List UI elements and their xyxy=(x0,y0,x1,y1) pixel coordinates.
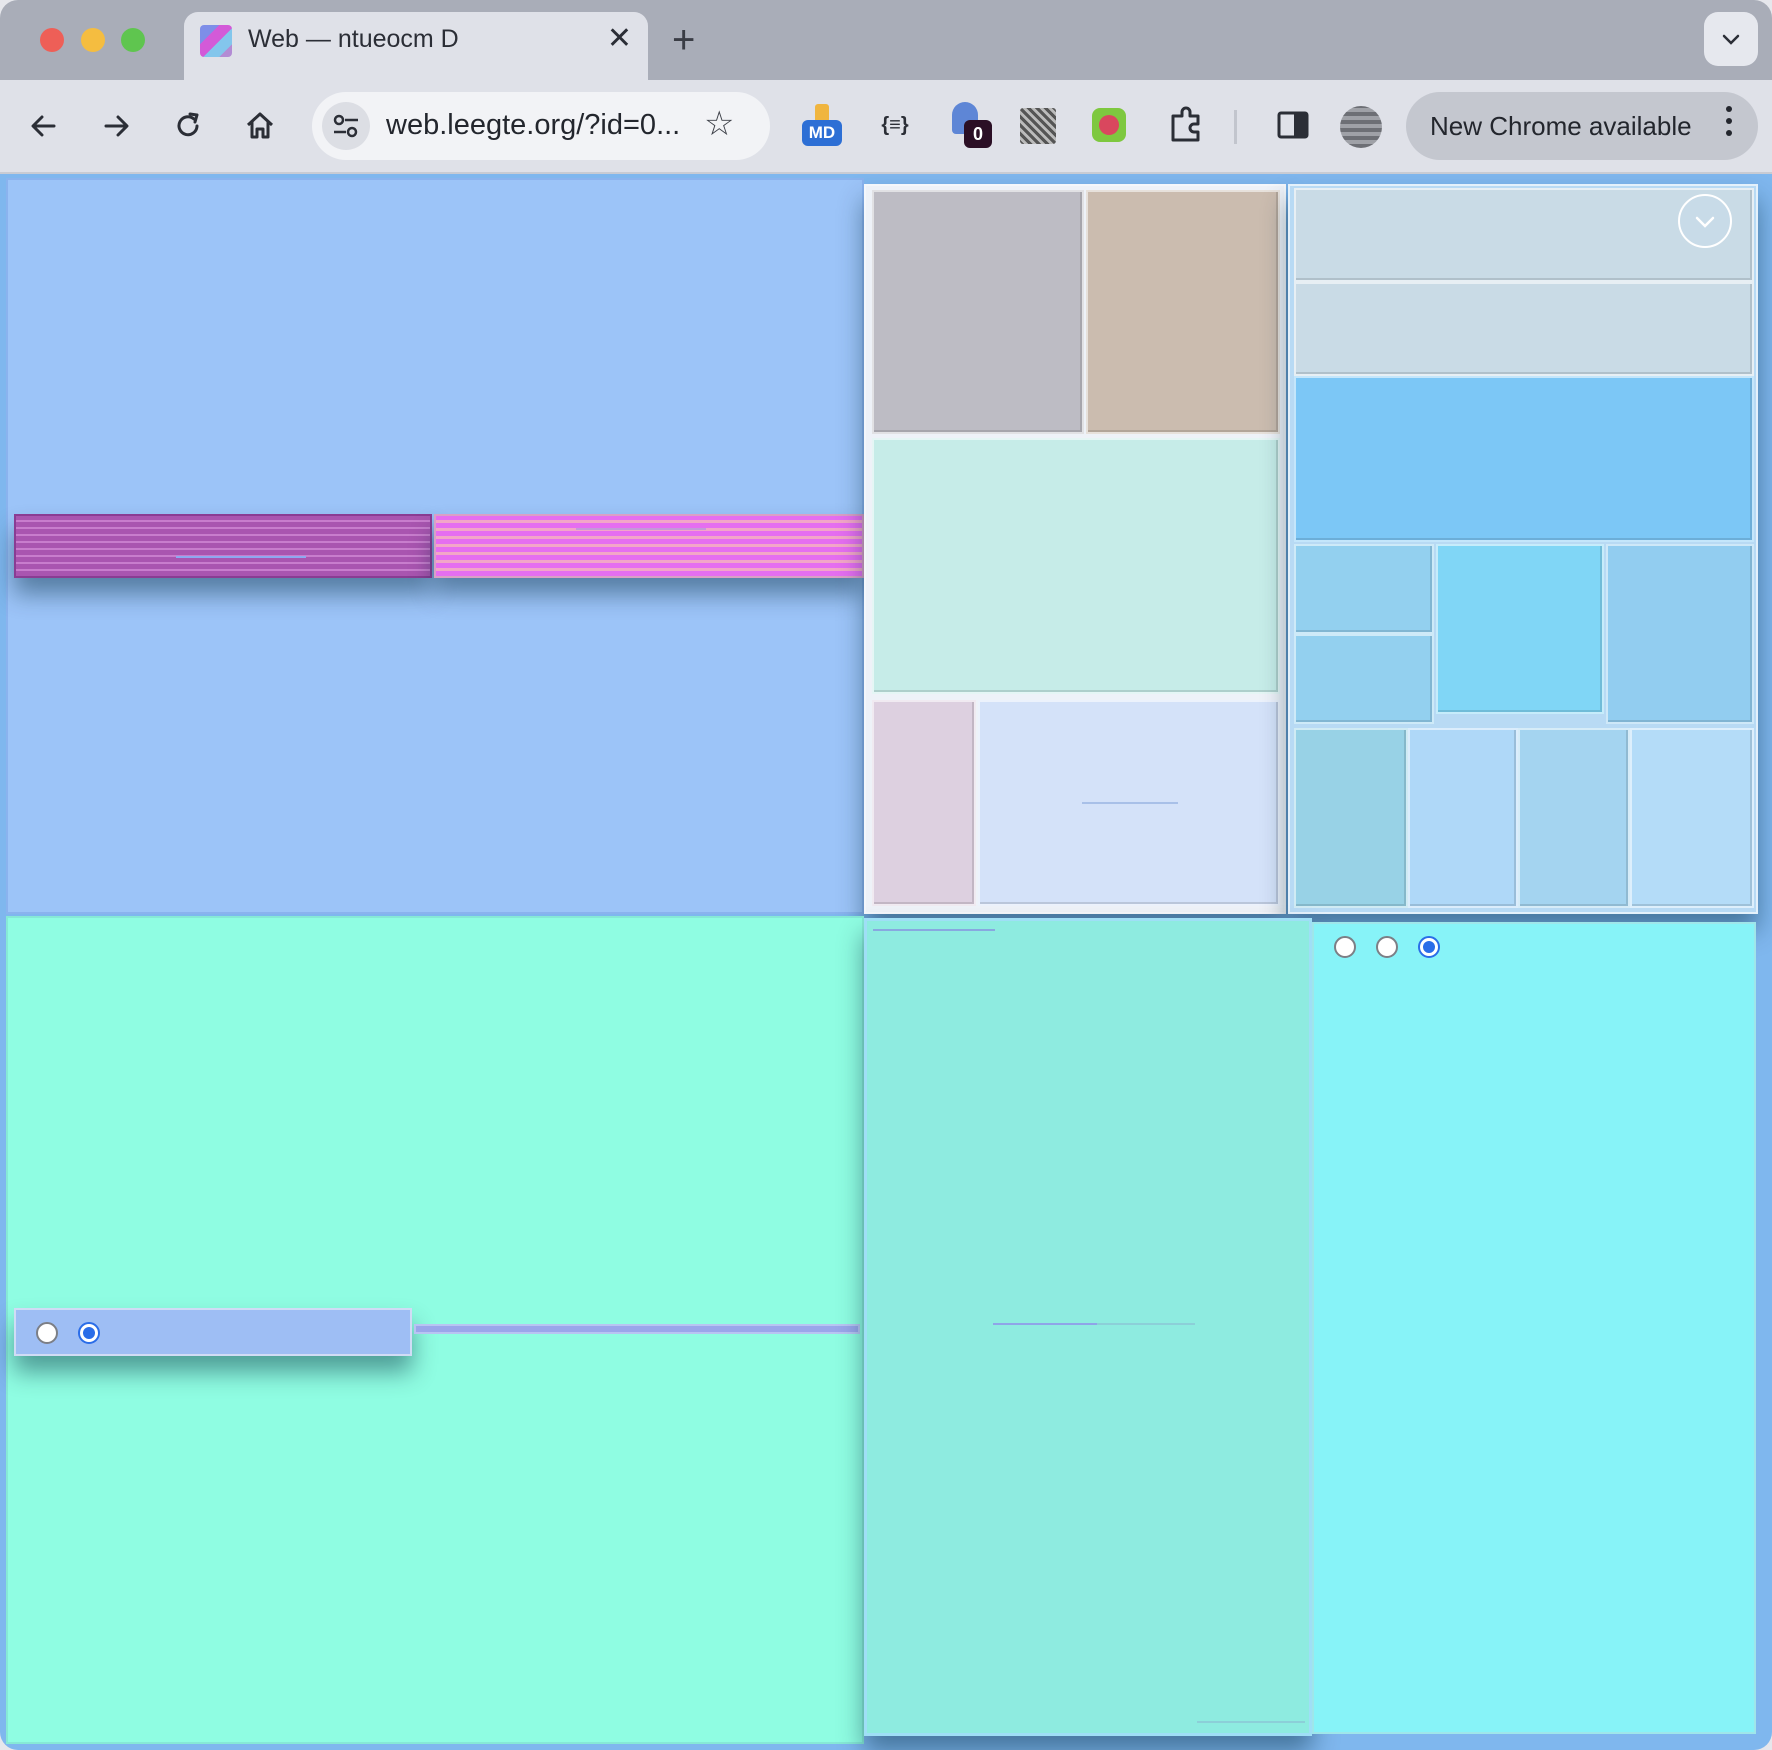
crown-icon xyxy=(815,104,829,120)
update-label: New Chrome available xyxy=(1430,111,1692,141)
tan-tile xyxy=(1086,190,1280,434)
cell-bottom-2 xyxy=(1408,728,1518,908)
noise-extension-icon[interactable] xyxy=(1020,108,1056,144)
tab-search-button[interactable] xyxy=(1704,12,1758,66)
slider-track[interactable] xyxy=(414,1324,860,1334)
sky-band xyxy=(1294,376,1754,542)
cell-bottom-4 xyxy=(1630,728,1754,908)
radio-group-bar xyxy=(14,1308,412,1356)
blue-cell-a xyxy=(1294,544,1434,634)
cell-bottom-1 xyxy=(1294,728,1408,908)
url-text[interactable]: web.leegte.org/?id=0... xyxy=(386,109,680,142)
grey-tile xyxy=(872,190,1084,434)
chevron-down-icon xyxy=(1722,34,1740,45)
radio-top-2[interactable] xyxy=(1376,936,1398,958)
purple-striped-bar xyxy=(14,514,432,578)
address-bar[interactable]: web.leegte.org/?id=0... ☆ xyxy=(312,92,770,160)
tall-panel-mid-line-a xyxy=(993,1323,1097,1325)
right-grid-panel xyxy=(1288,184,1758,914)
tall-panel-top-line xyxy=(873,929,995,931)
purple-bar-line xyxy=(176,556,306,558)
tall-center-panel xyxy=(864,918,1312,1736)
bookmark-star-icon[interactable]: ☆ xyxy=(704,106,734,142)
browser-window: Web — ntueocm D ✕ + web.leegte.org/?id=0… xyxy=(0,0,1772,1750)
reload-icon[interactable] xyxy=(168,106,208,146)
pale-band-2 xyxy=(1294,282,1754,376)
blocker-extension-icon[interactable] xyxy=(1092,108,1126,142)
mint-tile xyxy=(872,438,1280,694)
blue-cell-b xyxy=(1294,634,1434,724)
bottom-right-panel xyxy=(1312,922,1756,1734)
md-label: MD xyxy=(802,120,842,146)
middle-grid-panel xyxy=(864,184,1286,914)
collapse-button[interactable] xyxy=(1678,194,1732,248)
ghost-badge: 0 xyxy=(964,120,992,148)
extensions-puzzle-icon[interactable] xyxy=(1164,102,1210,148)
page-content xyxy=(0,174,1772,1750)
cell-bottom-3 xyxy=(1518,728,1630,908)
favicon-icon xyxy=(200,25,232,57)
tab-active[interactable]: Web — ntueocm D ✕ xyxy=(184,12,648,80)
tall-panel-bottom-line xyxy=(1197,1721,1305,1723)
site-info-button[interactable] xyxy=(322,102,370,150)
tab-close-icon[interactable]: ✕ xyxy=(607,24,632,54)
magenta-striped-bar xyxy=(434,514,864,578)
chevron-down-icon xyxy=(1695,216,1715,228)
tune-icon xyxy=(333,114,358,138)
tall-panel-mid-line-b xyxy=(1097,1323,1195,1325)
lavender-tile-line xyxy=(1082,802,1178,804)
toolbar-separator xyxy=(1234,110,1237,144)
new-tab-button[interactable]: + xyxy=(672,20,695,60)
ghost-extension-icon[interactable]: 0 xyxy=(950,102,996,148)
home-icon[interactable] xyxy=(240,106,280,146)
profile-avatar[interactable] xyxy=(1340,106,1382,148)
radio-top-1[interactable] xyxy=(1334,936,1356,958)
forward-arrow-icon[interactable] xyxy=(96,106,136,146)
more-menu-icon[interactable] xyxy=(1726,106,1734,142)
lavender-tile xyxy=(978,700,1280,906)
blue-cell-d xyxy=(1606,544,1754,724)
blue-cell-c xyxy=(1436,544,1604,714)
update-chrome-button[interactable]: New Chrome available xyxy=(1406,92,1758,160)
json-extension-icon[interactable]: {≡} xyxy=(875,102,915,148)
radio-top-3[interactable] xyxy=(1418,936,1440,958)
pink-tile xyxy=(872,700,976,906)
tab-strip: Web — ntueocm D ✕ + xyxy=(0,0,1772,80)
magenta-bar-line xyxy=(576,528,706,530)
tab-title: Web — ntueocm D xyxy=(248,25,459,53)
radio-option-1[interactable] xyxy=(36,1322,58,1344)
radio-option-2[interactable] xyxy=(78,1322,100,1344)
side-panel-icon[interactable] xyxy=(1270,102,1316,148)
minimize-window-button[interactable] xyxy=(81,28,105,52)
markdown-extension-icon[interactable]: MD xyxy=(800,102,846,148)
back-arrow-icon[interactable] xyxy=(24,106,64,146)
close-window-button[interactable] xyxy=(40,28,64,52)
maximize-window-button[interactable] xyxy=(121,28,145,52)
toolbar: web.leegte.org/?id=0... ☆ MD {≡} 0 New C… xyxy=(0,80,1772,174)
